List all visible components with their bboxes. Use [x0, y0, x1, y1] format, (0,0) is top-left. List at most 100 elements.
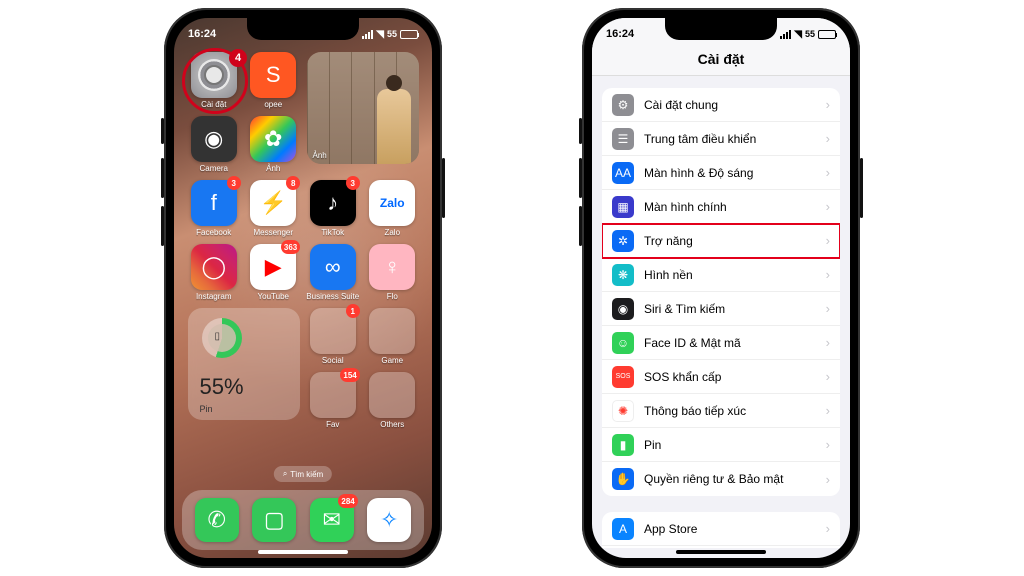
app-photos[interactable]: ✿ Ảnh: [246, 116, 302, 174]
chevron-right-icon: ›: [826, 437, 830, 452]
chevron-right-icon: ›: [826, 403, 830, 418]
youtube-icon: ▶ 363: [250, 244, 296, 290]
flo-icon: ♀: [369, 244, 415, 290]
folder-fav[interactable]: 154 Fav: [305, 372, 361, 430]
chevron-right-icon: ›: [826, 472, 830, 487]
folder-icon: 154: [310, 372, 356, 418]
chevron-right-icon: ›: [826, 301, 830, 316]
settings-row[interactable]: ▮ Pin›: [602, 428, 840, 462]
settings-row[interactable]: ▦Màn hình chính›: [602, 190, 840, 224]
chevron-right-icon: ›: [826, 335, 830, 350]
cellular-icon: [362, 30, 373, 39]
folder-icon: [369, 308, 415, 354]
app-youtube[interactable]: ▶ 363 YouTube: [246, 244, 302, 302]
tiktok-icon: ♪ 3: [310, 180, 356, 226]
row-icon: ▦: [612, 196, 634, 218]
row-label: App Store: [644, 522, 826, 536]
bag-icon: S: [250, 52, 296, 98]
row-icon: ❋: [612, 264, 634, 286]
chevron-right-icon: ›: [826, 199, 830, 214]
folder-others[interactable]: Others: [365, 372, 421, 430]
home-indicator[interactable]: [258, 550, 348, 554]
settings-row[interactable]: ☺Face ID & Mật mã›: [602, 326, 840, 360]
photos-widget[interactable]: Ảnh: [307, 52, 419, 164]
search-icon: ⌕: [283, 469, 287, 479]
app-settings[interactable]: Cài đặt: [186, 52, 242, 110]
app-tiktok[interactable]: ♪ 3 TikTok: [305, 180, 361, 238]
settings-row[interactable]: ◉Siri & Tìm kiếm›: [602, 292, 840, 326]
phone-outline-icon: ▯: [215, 331, 221, 342]
row-label: Siri & Tìm kiếm: [644, 302, 826, 316]
dock-messages[interactable]: ✉ 284: [310, 498, 354, 542]
app-facebook[interactable]: f 3 Facebook: [186, 180, 242, 238]
app-instagram[interactable]: ◯ Instagram: [186, 244, 242, 302]
row-label: Trung tâm điều khiển: [644, 132, 826, 146]
settings-row[interactable]: A App Store›: [602, 512, 840, 546]
settings-row[interactable]: AA Màn hình & Độ sáng›: [602, 156, 840, 190]
chevron-right-icon: ›: [826, 521, 830, 536]
row-icon: ☰: [612, 128, 634, 150]
row-label: Pin: [644, 438, 826, 452]
settings-row[interactable]: ☰Trung tâm điều khiển›: [602, 122, 840, 156]
row-label: Cài đặt chung: [644, 98, 826, 112]
chevron-right-icon: ›: [826, 165, 830, 180]
phone-settings: 16:24 ◥ 55 Cài đặt ⚙Cài đặt chung›☰Trung…: [582, 8, 860, 568]
row-label: Quyền riêng tư & Bảo mật: [644, 472, 826, 486]
cellular-icon: [780, 30, 791, 39]
folder-game[interactable]: Game: [365, 308, 421, 366]
gear-icon: [191, 52, 237, 98]
app-messenger[interactable]: ⚡ 8 Messenger: [246, 180, 302, 238]
battery-icon: [818, 30, 836, 39]
folder-icon: 1: [310, 308, 356, 354]
settings-screen[interactable]: 16:24 ◥ 55 Cài đặt ⚙Cài đặt chung›☰Trung…: [592, 18, 850, 558]
settings-row[interactable]: ❋Hình nền›: [602, 258, 840, 292]
chevron-right-icon: ›: [826, 97, 830, 112]
row-icon: ☺: [612, 332, 634, 354]
row-icon: SOS: [612, 366, 634, 388]
settings-row[interactable]: ✋ Quyền riêng tư & Bảo mật›: [602, 462, 840, 496]
row-icon: ▮: [612, 434, 634, 456]
camera-icon: ◉: [191, 116, 237, 162]
app-zalo[interactable]: Zalo Zalo: [365, 180, 421, 238]
battery-widget-pct: 55%: [200, 374, 244, 400]
app-flo[interactable]: ♀ Flo: [365, 244, 421, 302]
battery-pct: 55: [387, 29, 397, 39]
folder-social[interactable]: 1 Social: [305, 308, 361, 366]
chevron-right-icon: ›: [826, 233, 830, 248]
battery-widget-label: Pin: [200, 404, 213, 414]
flower-icon: ✿: [250, 116, 296, 162]
row-label: Thông báo tiếp xúc: [644, 404, 826, 418]
instagram-icon: ◯: [191, 244, 237, 290]
messenger-icon: ⚡ 8: [250, 180, 296, 226]
settings-row[interactable]: ✺Thông báo tiếp xúc›: [602, 394, 840, 428]
dock: ✆ ▢ ✉ 284 ✧: [182, 490, 424, 550]
phone-home: 16:24 ◥ 55 4 Cài đặt S op: [164, 8, 442, 568]
row-icon: A: [612, 518, 634, 540]
dock-safari[interactable]: ✧: [367, 498, 411, 542]
app-camera[interactable]: ◉ Camera: [186, 116, 242, 174]
row-icon: ✋: [612, 468, 634, 490]
facebook-icon: f 3: [191, 180, 237, 226]
folder-icon: [369, 372, 415, 418]
dock-facetime[interactable]: ▢: [252, 498, 296, 542]
spotlight-search[interactable]: ⌕ Tìm kiếm: [274, 466, 332, 482]
status-time: 16:24: [606, 28, 634, 40]
page-title: Cài đặt: [698, 51, 745, 67]
row-icon: ✲: [612, 230, 634, 252]
home-indicator[interactable]: [676, 550, 766, 554]
row-label: Màn hình & Độ sáng: [644, 166, 826, 180]
app-business-suite[interactable]: ∞ Business Suite: [305, 244, 361, 302]
settings-row[interactable]: ⚙ Cài đặt chung›: [602, 88, 840, 122]
dock-phone[interactable]: ✆: [195, 498, 239, 542]
row-icon: ⚙: [612, 94, 634, 116]
settings-list[interactable]: ⚙Cài đặt chung›☰Trung tâm điều khiển›AAM…: [602, 88, 840, 548]
meta-icon: ∞: [310, 244, 356, 290]
battery-widget[interactable]: ▯ 55% Pin: [188, 308, 300, 420]
settings-row[interactable]: ✲Trợ năng›: [602, 224, 840, 258]
home-screen[interactable]: 16:24 ◥ 55 4 Cài đặt S op: [174, 18, 432, 558]
settings-row[interactable]: ▭Ví & Apple Pay›: [602, 546, 840, 548]
settings-row[interactable]: SOSSOS khẩn cấp›: [602, 360, 840, 394]
row-icon: AA: [612, 162, 634, 184]
app-shopee[interactable]: S opee: [246, 52, 302, 110]
battery-icon: [400, 30, 418, 39]
